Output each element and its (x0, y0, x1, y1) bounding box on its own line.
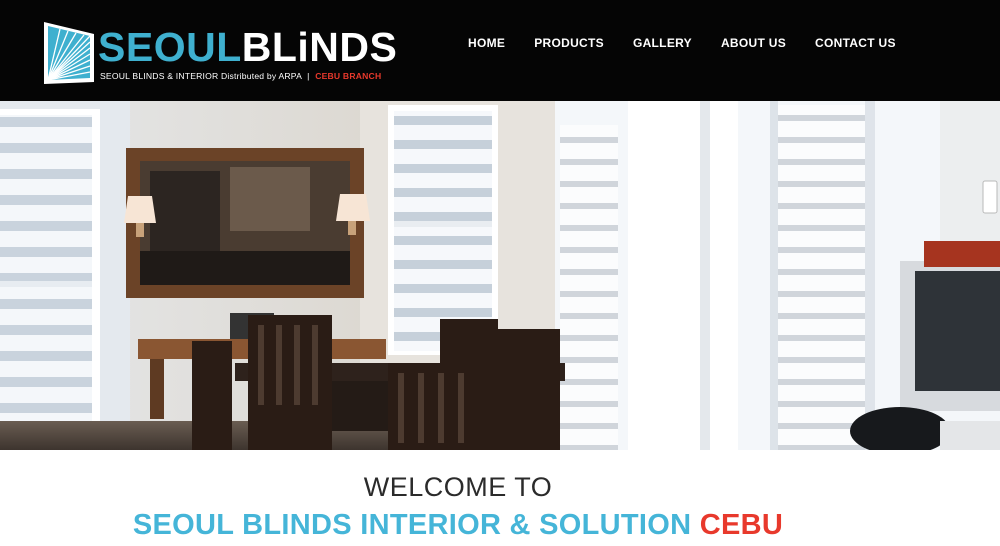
brand-tagline: SEOUL BLINDS & INTERIOR Distributed by A… (100, 71, 381, 81)
headline-company: SEOUL BLINDS INTERIOR & SOLUTION (132, 509, 692, 541)
brand-tagline-separator: | (307, 71, 310, 81)
brand-name-part1: SEOUL (98, 24, 242, 70)
headline-city: CEBU (699, 509, 784, 541)
main-nav: HOME PRODUCTS GALLERY ABOUT US CONTACT U… (468, 36, 925, 50)
welcome-heading: WELCOME TO (363, 472, 553, 502)
nav-contact-us[interactable]: CONTACT US (815, 36, 896, 50)
nav-home[interactable]: HOME (468, 36, 505, 50)
blinds-logo-icon (44, 22, 94, 84)
main-headline: SEOUL BLINDS INTERIOR & SOLUTION CEBU (0, 509, 916, 542)
brand-branch: CEBU BRANCH (315, 71, 382, 81)
brand-name-part2: BLiNDS (241, 24, 398, 70)
hero-image (0, 101, 1000, 450)
brand-tagline-company: SEOUL BLINDS & INTERIOR (100, 71, 219, 81)
hero-photo (0, 101, 1000, 450)
brand-name: SEOULBLiNDS (98, 26, 397, 68)
nav-about-us[interactable]: ABOUT US (721, 36, 786, 50)
nav-products[interactable]: PRODUCTS (534, 36, 604, 50)
site-header: SEOULBLiNDS SEOUL BLINDS & INTERIOR Dist… (0, 0, 1000, 101)
brand-tagline-distributed: Distributed by ARPA (221, 71, 302, 81)
nav-gallery[interactable]: GALLERY (633, 36, 692, 50)
logo[interactable]: SEOULBLiNDS SEOUL BLINDS & INTERIOR Dist… (42, 20, 397, 88)
